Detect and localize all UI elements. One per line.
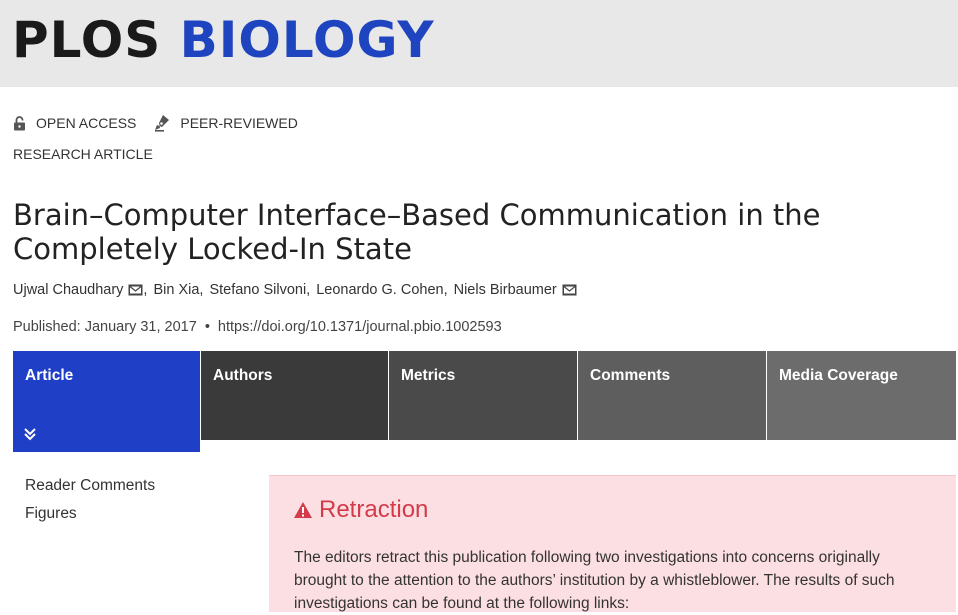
- retraction-text: The editors retract this publication fol…: [294, 549, 895, 612]
- published-date: Published: January 31, 2017: [13, 319, 197, 335]
- author-separator: ,: [143, 282, 148, 298]
- author-birbaumer[interactable]: Niels Birbaumer: [454, 282, 577, 298]
- plos-biology-logo[interactable]: PLOS BIOLOGY: [12, 10, 435, 70]
- peer-reviewed-badge: PEER-REVIEWED: [154, 114, 298, 132]
- tab-metrics[interactable]: Metrics: [389, 351, 577, 440]
- retraction-notice: Retraction The editors retract this publ…: [269, 475, 956, 612]
- double-chevron-down-icon[interactable]: [23, 427, 37, 441]
- open-access-badge: OPEN ACCESS: [13, 115, 136, 131]
- tab-label: Media Coverage: [779, 367, 898, 384]
- author-name[interactable]: Leonardo G. Cohen: [316, 282, 443, 298]
- retraction-title: Retraction: [319, 496, 429, 523]
- side-navigation: Reader Comments Figures: [25, 476, 155, 532]
- tab-media-coverage[interactable]: Media Coverage: [767, 351, 956, 440]
- doi-link[interactable]: https://doi.org/10.1371/journal.pbio.100…: [218, 319, 502, 335]
- tab-label: Comments: [590, 367, 671, 384]
- logo-biology: BIOLOGY: [179, 11, 435, 69]
- tab-label: Article: [25, 367, 74, 384]
- author-separator: ,: [199, 282, 204, 298]
- site-header: PLOS BIOLOGY: [0, 0, 958, 87]
- author-name[interactable]: Ujwal Chaudhary: [13, 282, 123, 298]
- article-type: RESEARCH ARTICLE: [13, 146, 153, 162]
- tab-label: Metrics: [401, 367, 456, 384]
- author-separator: ,: [306, 282, 311, 298]
- open-lock-icon: [14, 115, 25, 130]
- article-title: Brain–Computer Interface–Based Communica…: [13, 198, 821, 266]
- email-icon[interactable]: [562, 284, 577, 296]
- author-name[interactable]: Stefano Silvoni: [209, 282, 306, 298]
- email-icon[interactable]: [128, 284, 143, 296]
- author-chaudhary[interactable]: Ujwal Chaudhary: [13, 282, 143, 298]
- open-access-label: OPEN ACCESS: [36, 115, 137, 131]
- separator-dot: •: [204, 319, 210, 335]
- pen-nib-icon: [155, 115, 170, 132]
- author-list: Ujwal Chaudhary , Bin Xia , Stefano Silv…: [13, 282, 577, 298]
- author-xia[interactable]: Bin Xia: [153, 282, 199, 298]
- tab-label: Authors: [213, 367, 273, 384]
- logo-plos: PLOS: [12, 11, 162, 69]
- tab-authors[interactable]: Authors: [201, 351, 388, 440]
- publication-info: Published: January 31, 2017 • https://doi.…: [13, 319, 502, 335]
- author-cohen[interactable]: Leonardo G. Cohen: [316, 282, 443, 298]
- peer-reviewed-label: PEER-REVIEWED: [180, 115, 298, 131]
- tab-comments[interactable]: Comments: [578, 351, 766, 440]
- retraction-heading: Retraction: [293, 496, 428, 524]
- author-silvoni[interactable]: Stefano Silvoni: [209, 282, 306, 298]
- article-badges: OPEN ACCESS PEER-REVIEWED: [13, 112, 316, 134]
- author-name[interactable]: Niels Birbaumer: [454, 282, 557, 298]
- nav-reader-comments[interactable]: Reader Comments: [25, 476, 155, 504]
- tab-article[interactable]: Article: [13, 351, 200, 452]
- author-name[interactable]: Bin Xia: [153, 282, 199, 298]
- nav-figures[interactable]: Figures: [25, 504, 155, 532]
- author-separator: ,: [443, 282, 448, 298]
- article-tabs: Article Authors Metrics Comments Media C…: [13, 351, 956, 452]
- warning-icon: [294, 502, 312, 518]
